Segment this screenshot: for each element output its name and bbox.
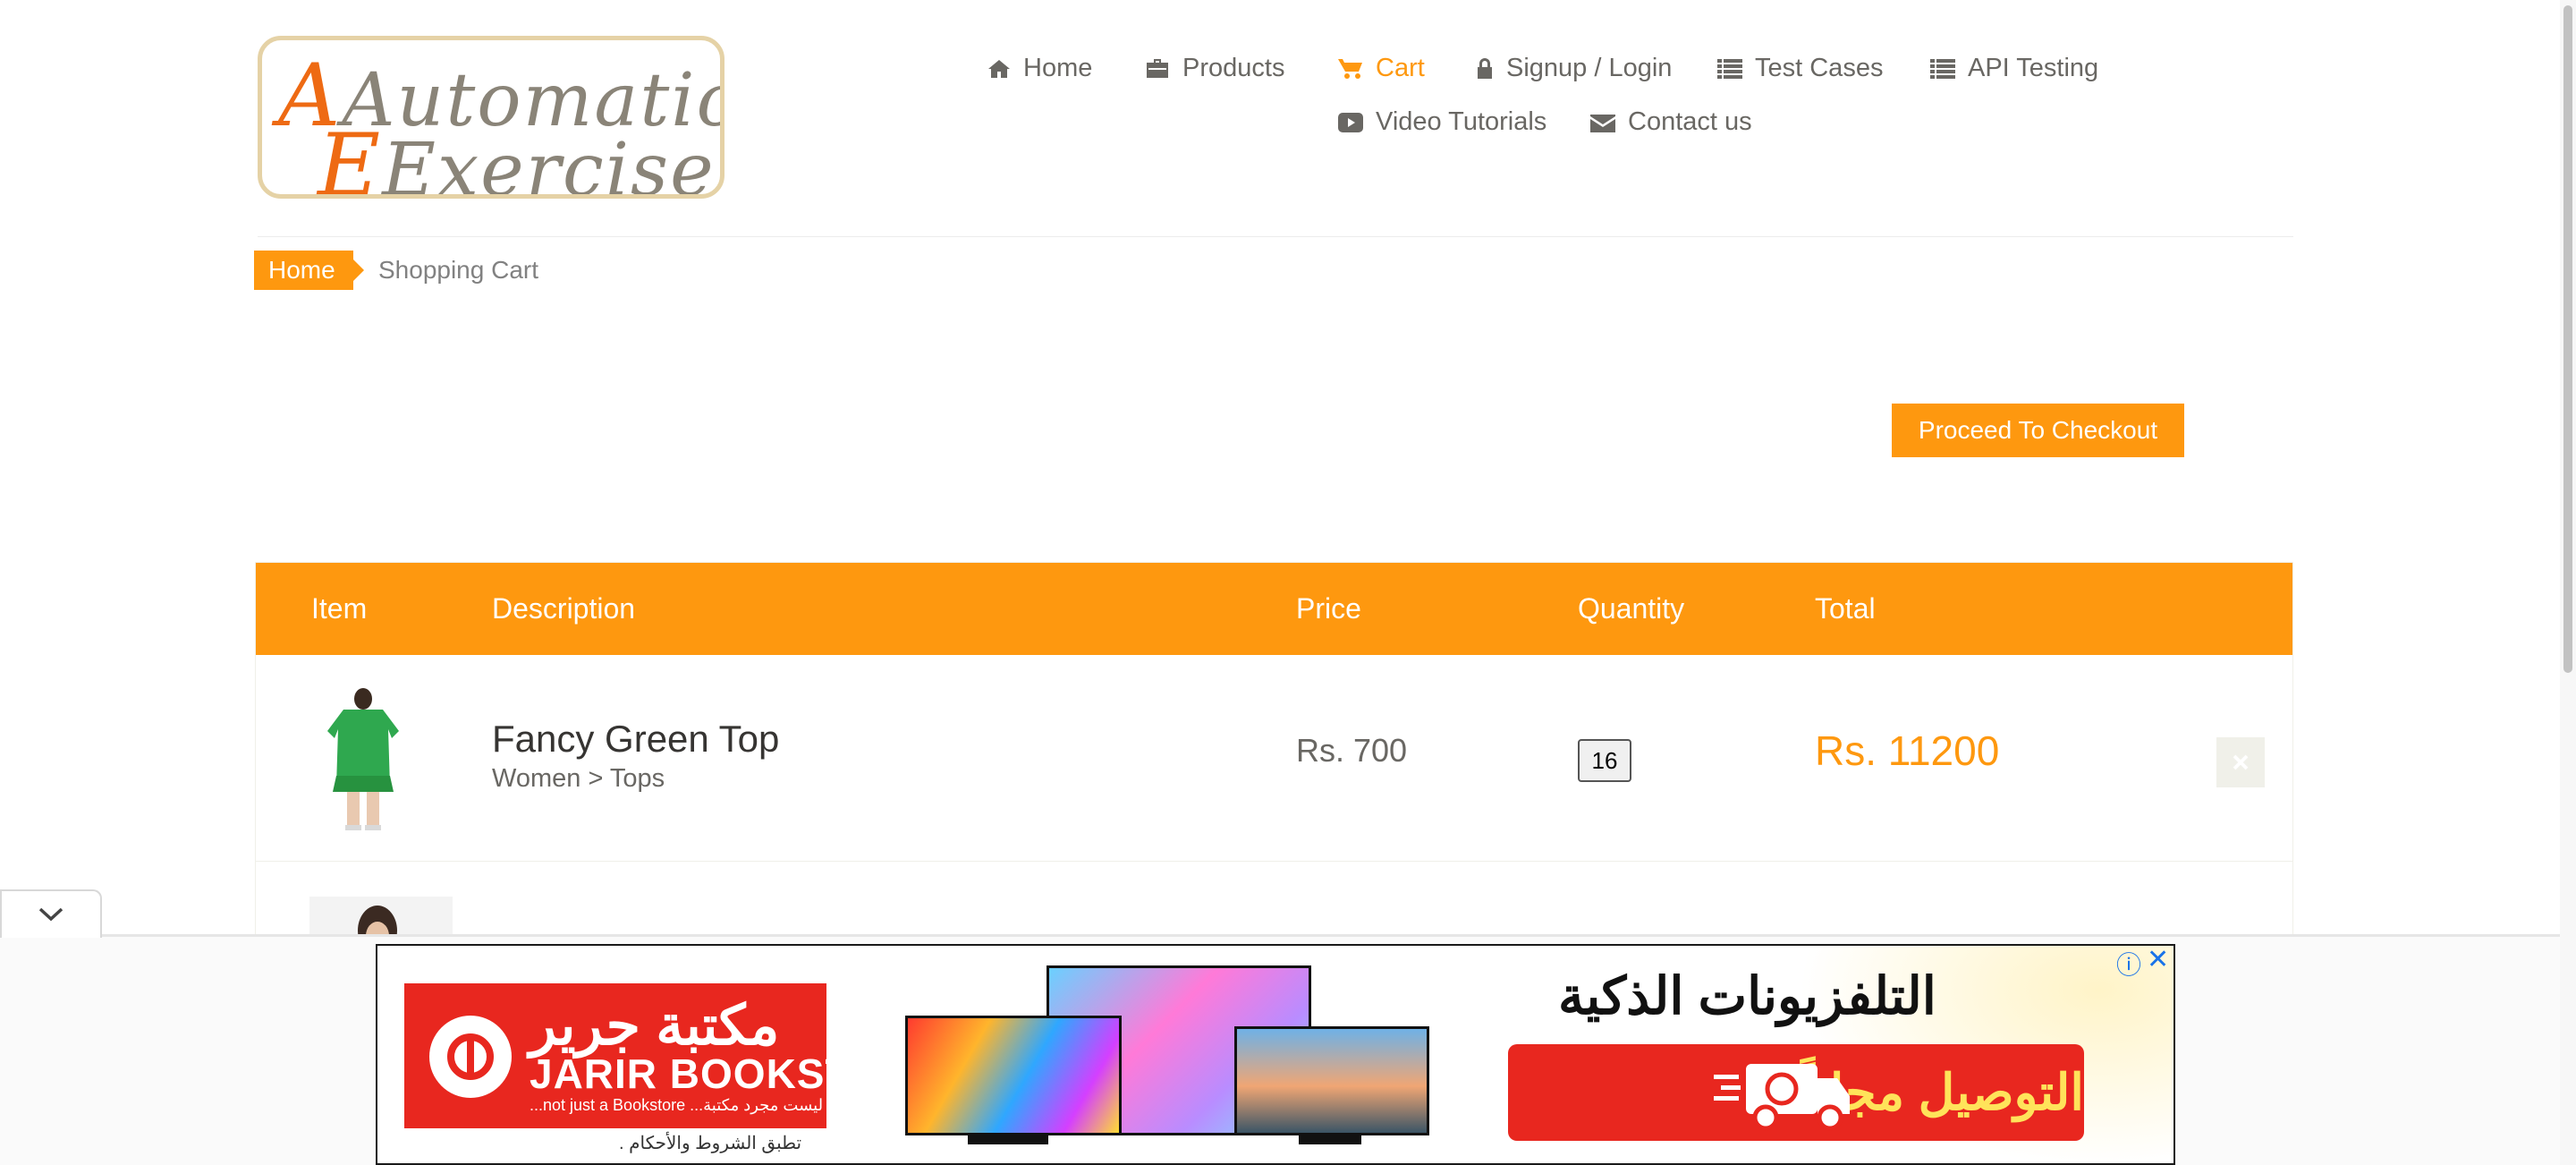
header-divider: [258, 236, 2293, 237]
tv-stand: [968, 1135, 1048, 1144]
nav-signup-label: Signup / Login: [1506, 54, 1673, 82]
column-description: Description: [492, 592, 636, 625]
nav-contact-us[interactable]: Contact us: [1590, 107, 1752, 137]
quantity-value: 16: [1591, 746, 1618, 774]
delete-item-button[interactable]: [2216, 737, 2265, 787]
nav-products-label: Products: [1182, 54, 1285, 82]
green-top-image[interactable]: [309, 686, 417, 833]
ad-close-icon[interactable]: ✕: [2147, 946, 2169, 975]
nav-signup-login[interactable]: Signup / Login: [1476, 54, 1672, 83]
quantity-box: 16: [1578, 739, 1631, 782]
cart-table-header: Item Description Price Quantity Total: [256, 563, 2292, 655]
nav-products[interactable]: Products: [1145, 54, 1284, 83]
nav-api-testing-label: API Testing: [1968, 54, 2099, 82]
proceed-to-checkout-button[interactable]: Proceed To Checkout: [1892, 404, 2184, 457]
lock-icon: [1478, 57, 1492, 79]
scrollbar-thumb[interactable]: [2563, 5, 2572, 673]
envelope-icon: [1590, 114, 1615, 132]
tv-image-haier: [905, 1016, 1122, 1135]
home-icon: [988, 59, 1010, 78]
close-icon: [2233, 754, 2249, 770]
column-quantity: Quantity: [1578, 592, 1685, 625]
product-category: Women > Tops: [492, 764, 665, 793]
list-icon: [1717, 58, 1742, 79]
nav-test-cases[interactable]: Test Cases: [1717, 54, 1883, 83]
product-price: Rs. 700: [1296, 732, 1408, 769]
briefcase-icon: [1147, 58, 1168, 78]
nav-home[interactable]: Home: [987, 54, 1092, 83]
jarir-arabic-name: مكتبة جرير: [530, 995, 780, 1057]
list-icon: [1930, 58, 1955, 79]
jarir-emblem-glyph: [447, 1033, 494, 1080]
column-item: Item: [311, 592, 368, 625]
nav-contact-label: Contact us: [1628, 107, 1752, 136]
chevron-down-icon: [38, 907, 64, 922]
ad-info-icon[interactable]: ⓘ: [2116, 946, 2141, 982]
nav-video-label: Video Tutorials: [1376, 107, 1547, 136]
ad-terms: تطبق الشروط والأحكام .: [619, 1134, 802, 1153]
tv-image-landscape: [1234, 1026, 1429, 1135]
advertisement[interactable]: مكتبة جرير JARIR BOOKSTORE ...not just a…: [376, 944, 2175, 1165]
breadcrumb-home[interactable]: Home: [254, 251, 364, 290]
jarir-english-name: JARIR BOOKSTORE: [530, 1050, 826, 1097]
main-nav: Home Products Cart Signup / Login Test C…: [0, 54, 2576, 161]
cart-icon: [1338, 58, 1362, 79]
column-total: Total: [1815, 592, 1876, 625]
jarir-emblem-icon: [429, 1016, 512, 1098]
cart-row: Fancy Green Top Women > Tops Rs. 700 16 …: [256, 655, 2292, 862]
jarir-logo: مكتبة جرير JARIR BOOKSTORE ...not just a…: [404, 983, 826, 1128]
collapse-ad-button[interactable]: [0, 889, 102, 938]
delivery-truck-icon: [1714, 1064, 1850, 1131]
youtube-icon: [1338, 112, 1363, 132]
nav-cart[interactable]: Cart: [1338, 54, 1425, 83]
cart-table: Item Description Price Quantity Total Fa…: [255, 562, 2293, 938]
next-product-image[interactable]: [309, 897, 453, 937]
nav-api-testing[interactable]: API Testing: [1930, 54, 2098, 83]
breadcrumb-current: Shopping Cart: [378, 256, 539, 284]
page-scrollbar[interactable]: [2560, 0, 2576, 1165]
ad-headline: التلفزيونات الذكية: [1558, 967, 1936, 1025]
nav-cart-label: Cart: [1376, 54, 1425, 82]
nav-test-cases-label: Test Cases: [1755, 54, 1884, 82]
product-total: Rs. 11200: [1815, 727, 2000, 774]
woman-image: [309, 897, 453, 937]
tv-stand: [1299, 1135, 1361, 1144]
nav-video-tutorials[interactable]: Video Tutorials: [1338, 107, 1546, 137]
nav-home-label: Home: [1023, 54, 1093, 82]
column-price: Price: [1296, 592, 1361, 625]
jarir-tagline: ...not just a Bookstore ...ليست مجرد مكت…: [530, 1096, 824, 1114]
product-name[interactable]: Fancy Green Top: [492, 718, 779, 761]
